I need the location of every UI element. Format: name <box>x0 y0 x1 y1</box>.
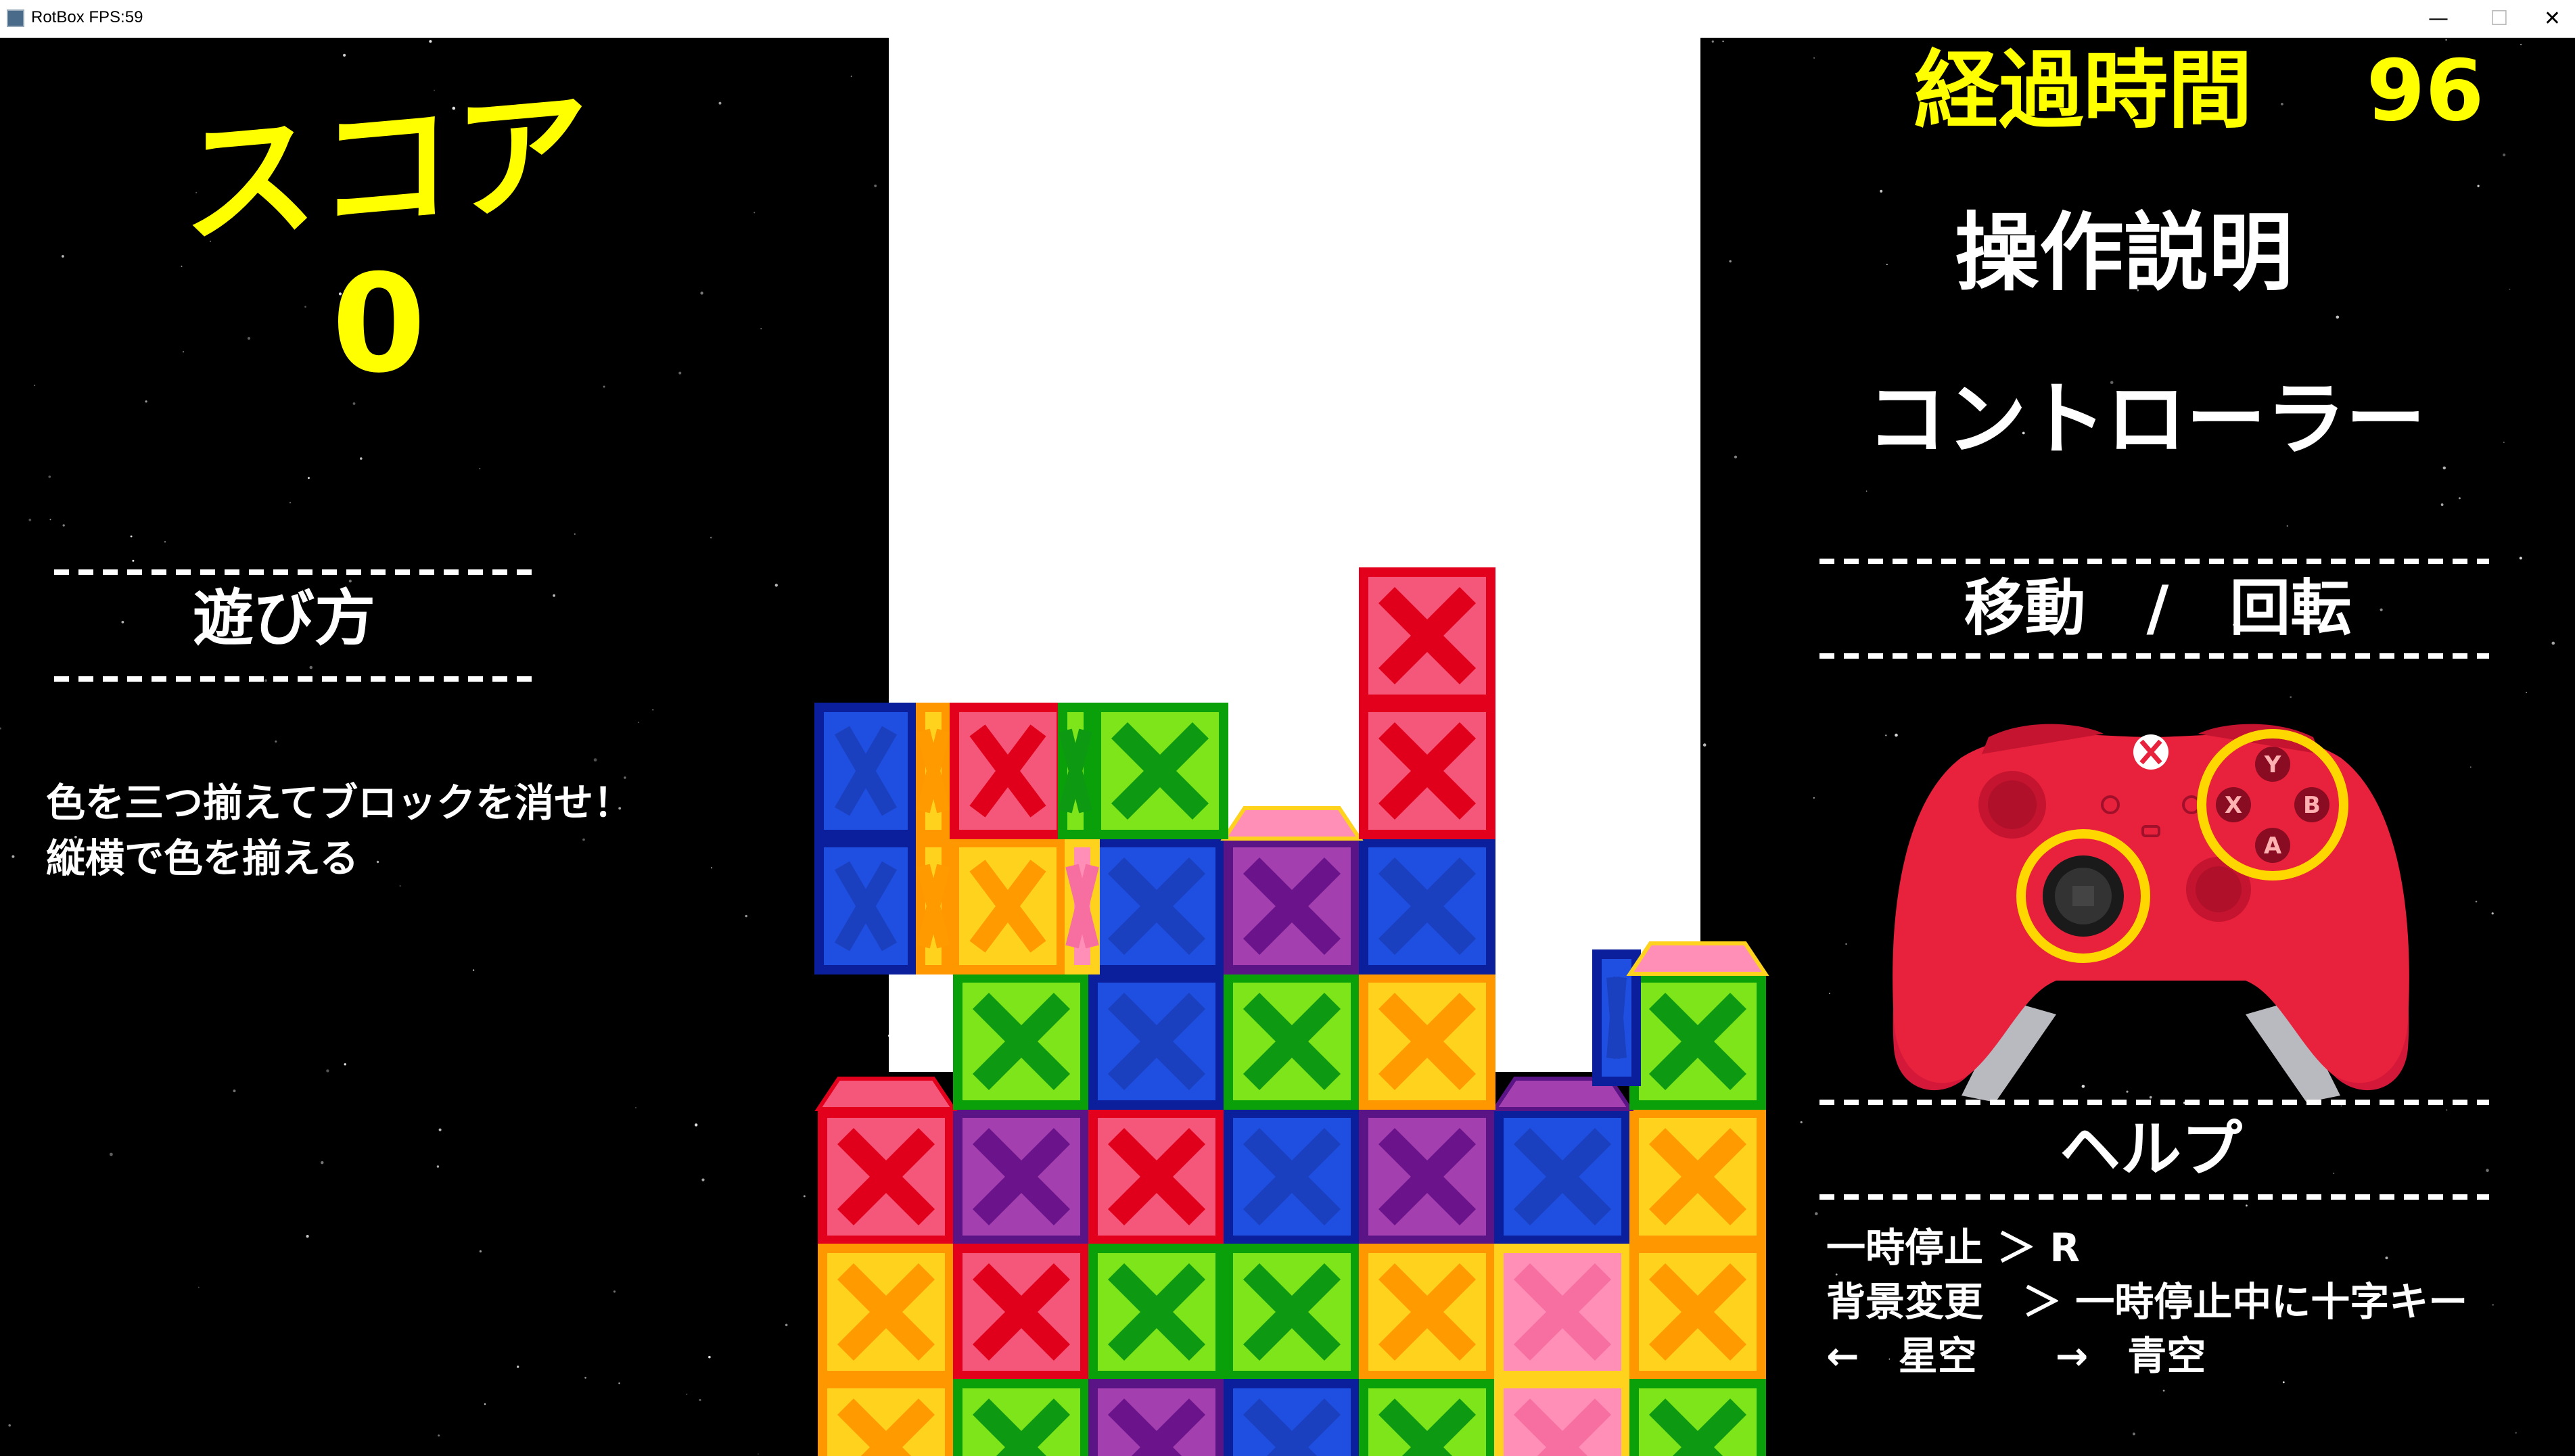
block-green-cell <box>953 1379 1090 1456</box>
help-divider-bottom <box>1819 1194 2489 1200</box>
block-green <box>953 973 1090 1110</box>
block-purple-cell <box>1359 1108 1495 1245</box>
block-green-cell <box>1359 1379 1495 1456</box>
block-green-cell <box>1088 1244 1225 1380</box>
howto-divider-bottom <box>54 676 541 682</box>
block-yellow-cell <box>1629 1108 1766 1245</box>
block-pink-falling-side <box>1065 838 1100 974</box>
block-red-falling <box>950 703 1066 839</box>
block-blue-cell <box>1224 1108 1360 1245</box>
block-yellow-cell <box>818 1244 954 1380</box>
howto-divider-top <box>54 569 541 575</box>
block-blue-cell <box>1494 1108 1631 1245</box>
help-line-background-options: ← 星空 → 青空 <box>1826 1333 2206 1379</box>
help-line-pause: 一時停止 ＞ R <box>1826 1225 2081 1271</box>
block-yellow-falling-side <box>916 838 951 974</box>
block-yellow-cell <box>1629 1244 1766 1380</box>
block-green <box>1224 973 1360 1110</box>
block-blue-falling <box>814 703 917 839</box>
block-red-cell <box>953 1244 1090 1380</box>
block-red-cell <box>818 1108 954 1245</box>
block-blue-cell <box>1224 1379 1360 1456</box>
controller-button-x: X <box>2225 792 2242 819</box>
help-line-background: 背景変更 ＞ 一時停止中に十字キー <box>1826 1279 2468 1325</box>
block-top-face <box>1626 941 1769 976</box>
block-green <box>1629 973 1766 1110</box>
block-green-cell <box>1629 1379 1766 1456</box>
block-purple <box>1224 838 1360 974</box>
score-value: 0 <box>331 245 426 403</box>
howto-line: 縦横で色を揃える <box>46 835 359 881</box>
block-purple-cell <box>953 1108 1090 1245</box>
howto-title: 遊び方 <box>193 583 375 654</box>
block-pink-cell <box>1494 1244 1631 1380</box>
block-blue <box>1088 973 1225 1110</box>
block-green-falling-side <box>1058 703 1093 839</box>
howto-line: 色を三つ揃えてブロックを消せ！ <box>46 780 633 826</box>
block-blue <box>1088 838 1225 974</box>
controller-button-y: Y <box>2264 751 2281 778</box>
block-green-falling <box>1092 703 1228 839</box>
controller-button-b: B <box>2303 792 2321 819</box>
block-red <box>1359 567 1495 704</box>
gamepad-icon: Y X B A <box>1893 724 2409 1102</box>
block-yellow <box>1359 973 1495 1110</box>
block-red <box>1359 703 1495 839</box>
move-rotate-label: 移動 / 回転 <box>1964 573 2352 644</box>
elapsed-time: 経過時間 96 <box>1914 42 2484 140</box>
controls-title: 操作説明 <box>1955 204 2293 302</box>
block-purple-cell <box>1088 1379 1225 1456</box>
controller-button-a: A <box>2264 832 2282 860</box>
block-yellow-cell <box>818 1379 954 1456</box>
block-top-face <box>814 1077 958 1111</box>
block-green-cell <box>1224 1244 1360 1380</box>
block-yellow-cell <box>1359 1244 1495 1380</box>
help-divider-top <box>1819 1100 2489 1105</box>
block-yellow-falling-side <box>916 703 951 839</box>
block-top-face <box>1220 806 1364 841</box>
block-blue-falling <box>814 838 917 974</box>
block-blue <box>1359 838 1495 974</box>
block-pink-cell <box>1494 1379 1631 1456</box>
help-title: ヘルプ <box>2060 1114 2242 1185</box>
controller-title: コントローラー <box>1867 373 2426 466</box>
block-red-cell <box>1088 1108 1225 1245</box>
move-divider-top <box>1819 559 2489 564</box>
block-yellow-falling <box>950 838 1066 974</box>
move-divider-bottom <box>1819 653 2489 659</box>
